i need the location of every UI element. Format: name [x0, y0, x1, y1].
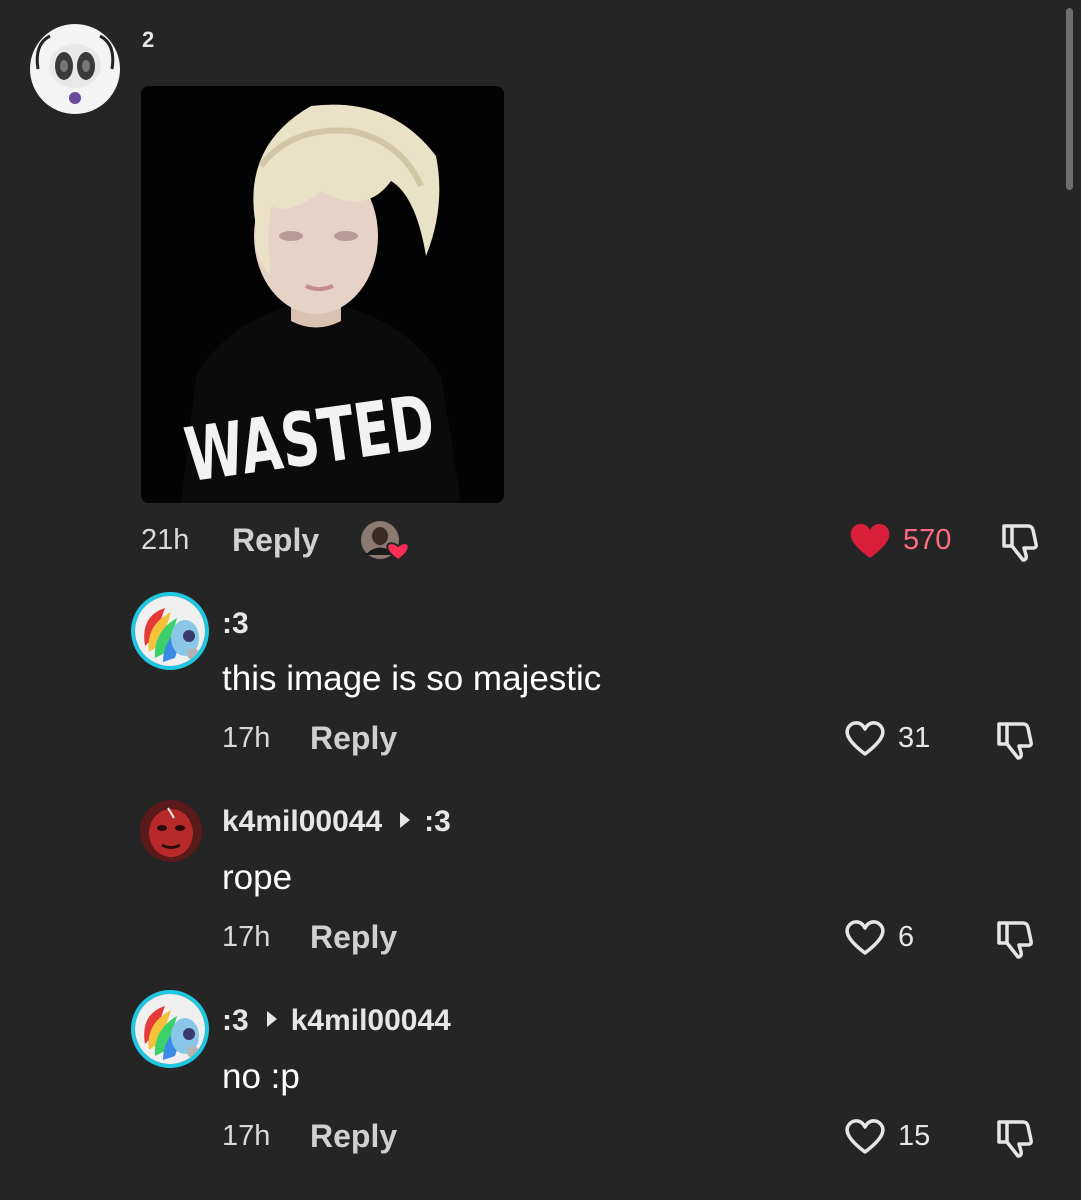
heart-filled-icon	[850, 523, 890, 558]
like-button[interactable]	[843, 917, 887, 957]
creator-liked-badge	[360, 520, 412, 562]
dislike-button[interactable]	[993, 1114, 1039, 1160]
reply-username-text[interactable]: :3	[222, 1004, 249, 1037]
like-button[interactable]	[843, 718, 887, 758]
reply-to-username[interactable]: k4mil00044	[291, 1004, 451, 1037]
avatar[interactable]	[131, 990, 209, 1068]
reply-username[interactable]: k4mil00044 :3	[222, 804, 451, 840]
comment-image[interactable]: WASTED	[141, 86, 504, 503]
like-count: 31	[898, 722, 931, 754]
thumbs-down-icon	[997, 1120, 1033, 1158]
like-count: 6	[898, 921, 915, 953]
thumbs-down-icon	[997, 722, 1033, 760]
reply-button[interactable]: Reply	[232, 522, 319, 558]
reply-time: 17h	[222, 1120, 271, 1152]
reply-username[interactable]: :3 k4mil00044	[222, 1003, 451, 1039]
dislike-button[interactable]	[993, 716, 1039, 762]
reply-text: this image is so majestic	[222, 659, 602, 698]
avatar[interactable]	[131, 592, 209, 670]
reply-to-username[interactable]: :3	[424, 805, 451, 838]
comment-time: 21h	[141, 524, 190, 556]
reply-text: rope	[222, 858, 293, 897]
reply-username-text[interactable]: k4mil00044	[222, 805, 382, 838]
triangle-right-icon	[266, 1011, 277, 1027]
avatar[interactable]	[140, 800, 202, 862]
avatar[interactable]	[30, 24, 120, 114]
heart-outline-icon	[845, 1119, 885, 1154]
like-button[interactable]	[843, 1116, 887, 1156]
reply-button[interactable]: Reply	[310, 720, 397, 756]
dislike-button[interactable]	[998, 518, 1044, 564]
reply-username[interactable]: :3	[222, 606, 249, 642]
reply-button[interactable]: Reply	[310, 1118, 397, 1154]
like-button[interactable]	[848, 520, 892, 560]
reply-username-text[interactable]: :3	[222, 607, 249, 640]
thumbs-down-icon	[1002, 524, 1038, 562]
thumbs-down-icon	[997, 921, 1033, 959]
heart-outline-icon	[845, 920, 885, 955]
reply-button[interactable]: Reply	[310, 919, 397, 955]
like-count: 570	[903, 524, 952, 556]
dislike-button[interactable]	[993, 915, 1039, 961]
heart-outline-icon	[845, 721, 885, 756]
reply-time: 17h	[222, 722, 271, 754]
comments-panel: 2 WASTED 21h Reply 570:3 this image is …	[0, 0, 1081, 1200]
comment-username[interactable]: 2	[142, 22, 154, 58]
reply-text: no :p	[222, 1057, 300, 1096]
triangle-right-icon	[400, 812, 411, 828]
reply-time: 17h	[222, 921, 271, 953]
like-count: 15	[898, 1120, 931, 1152]
scrollbar[interactable]	[1066, 8, 1073, 190]
